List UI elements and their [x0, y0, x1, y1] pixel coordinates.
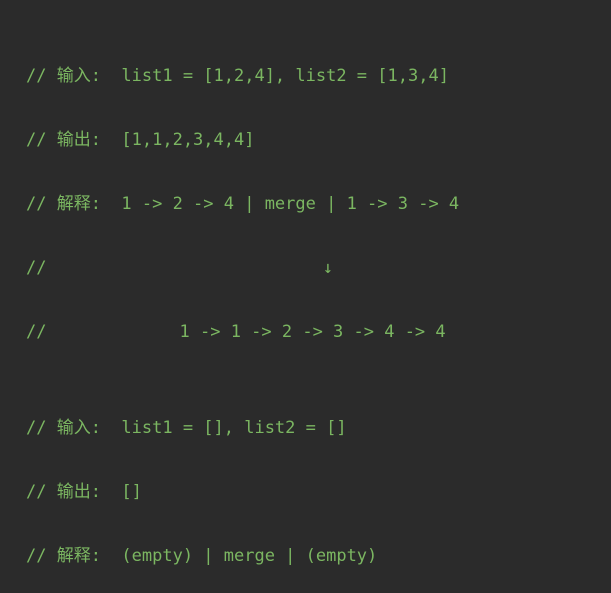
code-line: // 输入: list1 = [1,2,4], list2 = [1,3,4]	[26, 60, 585, 92]
code-line: // 解释: 1 -> 2 -> 4 | merge | 1 -> 3 -> 4	[26, 188, 585, 220]
code-line: // 解释: (empty) | merge | (empty)	[26, 540, 585, 572]
code-line: // 输入: list1 = [], list2 = []	[26, 412, 585, 444]
code-block: // 输入: list1 = [1,2,4], list2 = [1,3,4] …	[0, 0, 611, 593]
code-line: // 输出: [1,1,2,3,4,4]	[26, 124, 585, 156]
code-line: // 输出: []	[26, 476, 585, 508]
code-line: // 1 -> 1 -> 2 -> 3 -> 4 -> 4	[26, 316, 585, 348]
code-line: // ↓	[26, 252, 585, 284]
